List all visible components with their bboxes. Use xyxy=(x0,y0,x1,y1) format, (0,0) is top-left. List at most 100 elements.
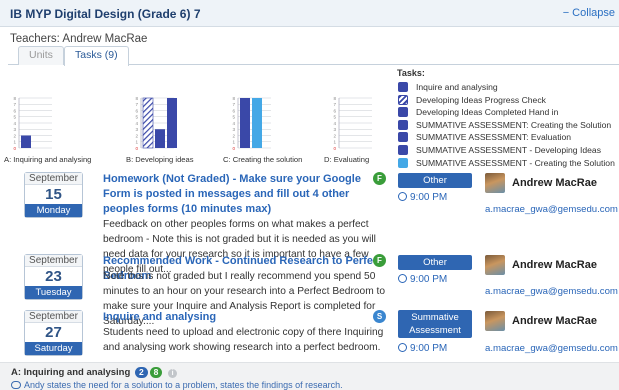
clock-icon xyxy=(398,274,407,283)
task-description: Students need to upload and electronic c… xyxy=(103,327,384,353)
criteria-chart-svg: 012345678A: Inquiring and analysing01234… xyxy=(4,96,372,164)
legend-swatch xyxy=(398,82,408,92)
tab-units[interactable]: Units xyxy=(18,46,64,65)
due-time-text: 9:00 PM xyxy=(410,274,448,285)
course-header: IB MYP Digital Design (Grade 6) 7 − Coll… xyxy=(0,0,619,27)
date-weekday: Saturday xyxy=(25,342,82,355)
y-tick-label: 4 xyxy=(232,121,235,126)
avatar xyxy=(485,311,505,331)
y-tick-label: 3 xyxy=(135,127,138,132)
due-time: 9:00 PM xyxy=(398,343,447,354)
date-day: 15 xyxy=(45,186,62,203)
date-day: 27 xyxy=(45,324,62,341)
task-type-button[interactable]: Other xyxy=(398,173,472,188)
x-category-label: A: Inquiring and analysing xyxy=(4,155,91,164)
criterion-label: A: Inquiring and analysing xyxy=(11,367,131,378)
legend-label: SUMMATIVE ASSESSMENT - Creating the Solu… xyxy=(416,157,615,168)
y-tick-label: 6 xyxy=(333,108,336,113)
teacher-email-link[interactable]: a.macrae_gwa@gemsedu.com xyxy=(485,286,618,297)
avatar xyxy=(485,173,505,193)
legend-label: Inquire and analysing xyxy=(416,82,498,92)
y-tick-label: 0 xyxy=(13,146,16,151)
teacher-name: Andrew MacRae xyxy=(512,259,597,271)
y-tick-label: 6 xyxy=(232,108,235,113)
y-tick-label: 4 xyxy=(13,121,16,126)
date-month: September xyxy=(25,311,82,323)
date-box: September 23 Tuesday xyxy=(24,254,83,300)
legend-label: Developing Ideas Completed Hand in xyxy=(416,107,559,118)
criterion-comment: Andy states the need for a solution to a… xyxy=(11,380,343,390)
tab-tasks[interactable]: Tasks (9) xyxy=(64,46,129,66)
criterion-line: A: Inquiring and analysing 28 i xyxy=(11,367,178,378)
date-weekday: Monday xyxy=(25,204,82,217)
teacher-email-link[interactable]: a.macrae_gwa@gemsedu.com xyxy=(485,343,618,354)
y-tick-label: 7 xyxy=(232,102,235,107)
y-tick-label: 1 xyxy=(333,140,336,145)
date-month: September xyxy=(25,255,82,267)
y-tick-label: 3 xyxy=(13,127,16,132)
teacher-email-link[interactable]: a.macrae_gwa@gemsedu.com xyxy=(485,204,618,215)
task-type-button[interactable]: Summative Assessment xyxy=(398,310,472,338)
y-tick-label: 8 xyxy=(135,96,138,101)
criterion-comment-text: Andy states the need for a solution to a… xyxy=(24,380,343,390)
clock-icon xyxy=(398,192,407,201)
x-category-label: B: Developing ideas xyxy=(126,155,194,164)
clock-icon xyxy=(398,343,407,352)
criterion-panel: A: Inquiring and analysing 28 i Andy sta… xyxy=(0,362,619,390)
y-tick-label: 4 xyxy=(135,121,138,126)
collapse-link[interactable]: − Collapse xyxy=(563,7,615,19)
date-month: September xyxy=(25,173,82,185)
due-time-text: 9:00 PM xyxy=(410,192,448,203)
y-tick-label: 7 xyxy=(135,102,138,107)
comment-icon xyxy=(11,381,21,389)
y-tick-label: 4 xyxy=(333,121,336,126)
task-type-badge: F xyxy=(373,254,386,267)
date-weekday: Tuesday xyxy=(25,286,82,299)
teacher-name: Andrew MacRae xyxy=(512,315,597,327)
criterion-score-badge: 8 xyxy=(149,367,163,378)
date-box: September 27 Saturday xyxy=(24,310,83,356)
legend-item: SUMMATIVE ASSESSMENT: Evaluation xyxy=(397,131,619,144)
y-tick-label: 0 xyxy=(232,146,235,151)
chart-bar xyxy=(21,135,31,148)
x-category-label: C: Creating the solution xyxy=(223,155,302,164)
legend-item: Inquire and analysing xyxy=(397,81,619,94)
legend-label: SUMMATIVE ASSESSMENT - Developing Ideas xyxy=(416,144,601,155)
y-tick-label: 0 xyxy=(135,146,138,151)
y-tick-label: 2 xyxy=(13,133,16,138)
y-tick-label: 3 xyxy=(333,127,336,132)
task-type-button[interactable]: Other xyxy=(398,255,472,270)
legend-item: SUMMATIVE ASSESSMENT: Creating the Solut… xyxy=(397,119,619,132)
chart-bar xyxy=(252,98,262,148)
legend-swatch xyxy=(398,94,408,105)
course-title: IB MYP Digital Design (Grade 6) 7 xyxy=(10,7,201,21)
legend-swatch xyxy=(398,132,408,143)
y-tick-label: 3 xyxy=(232,127,235,132)
tab-bar: Units Tasks (9) xyxy=(8,46,619,66)
y-tick-label: 7 xyxy=(13,102,16,107)
legend-item: Developing Ideas Progress Check xyxy=(397,94,619,107)
criteria-chart: 0 1 2 3 4 5 6 7 8 A: Inquiring and analysing 0 1 2 3 4… xyxy=(0,68,400,166)
task-title-link[interactable]: Inquire and analysing xyxy=(103,310,388,325)
y-tick-label: 8 xyxy=(13,96,16,101)
task-type-badge: S xyxy=(373,310,386,323)
y-tick-label: 7 xyxy=(333,102,336,107)
y-tick-label: 5 xyxy=(13,115,16,120)
chart-bar xyxy=(155,129,165,148)
legend-label: Developing Ideas Progress Check xyxy=(416,94,546,105)
y-tick-label: 5 xyxy=(232,115,235,120)
teacher-name: Andrew MacRae xyxy=(512,177,597,189)
x-category-label: D: Evaluating xyxy=(324,155,369,164)
task-type-badge: F xyxy=(373,172,386,185)
info-icon[interactable]: i xyxy=(168,369,178,378)
legend-swatch xyxy=(398,107,408,118)
legend-swatch xyxy=(398,119,408,130)
legend-label: SUMMATIVE ASSESSMENT: Creating the Solut… xyxy=(416,119,612,130)
legend-swatch xyxy=(398,144,408,155)
task-title-link[interactable]: Homework (Not Graded) - Make sure your G… xyxy=(103,172,388,217)
date-day: 23 xyxy=(45,268,62,285)
tasks-legend: Tasks: Inquire and analysing Developing I… xyxy=(397,68,619,169)
chart-bar xyxy=(240,98,250,148)
avatar xyxy=(485,255,505,275)
chart-bar xyxy=(142,97,154,149)
